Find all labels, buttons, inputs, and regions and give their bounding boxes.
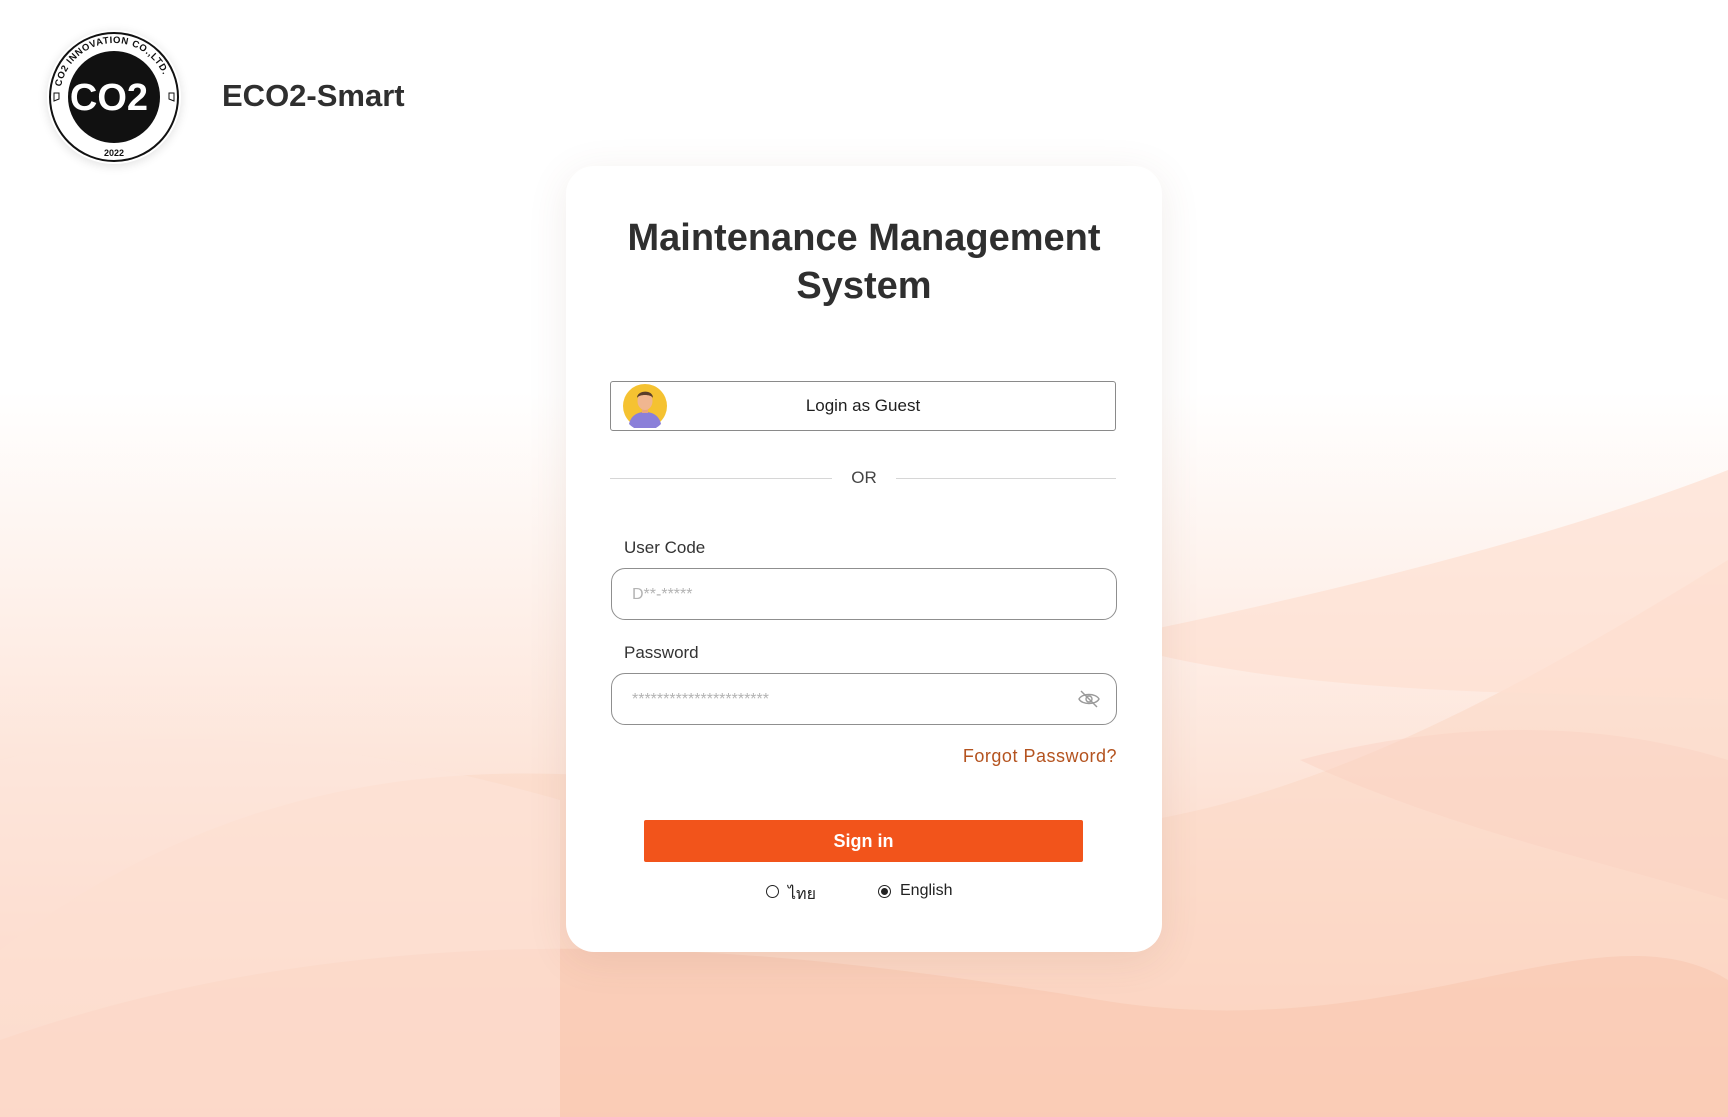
password-label: Password <box>624 643 699 662</box>
divider-left <box>610 478 832 479</box>
page-title: Maintenance Management System <box>627 217 1101 307</box>
language-label-thai: ไทย <box>788 886 816 903</box>
company-logo: CO2 INNOVATION CO.,LTD. CO2 2022 <box>47 30 181 164</box>
guest-button-label: Login as Guest <box>805 396 921 415</box>
eye-slash-icon[interactable] <box>1078 689 1100 709</box>
logo-year: 2022 <box>104 148 124 158</box>
divider-or-text: OR <box>851 468 877 487</box>
user-code-label: User Code <box>624 538 706 557</box>
password-input[interactable] <box>630 674 1074 726</box>
sign-in-button[interactable]: Sign in <box>644 820 1083 862</box>
radio-english[interactable] <box>878 885 891 898</box>
divider-right <box>896 478 1116 479</box>
brand-name: ECO2-Smart <box>222 78 405 113</box>
login-as-guest-button[interactable]: Login as Guest <box>610 381 1116 431</box>
login-card: Maintenance Management System Login as G… <box>566 166 1162 952</box>
password-field-container <box>611 673 1117 726</box>
user-code-input[interactable] <box>630 569 1074 621</box>
radio-thai[interactable] <box>766 885 779 898</box>
logo-center-text: CO2 <box>70 77 148 119</box>
forgot-password-link[interactable]: Forgot Password? <box>963 746 1117 767</box>
user-code-field-container <box>611 568 1117 621</box>
language-label-english: English <box>900 882 953 899</box>
